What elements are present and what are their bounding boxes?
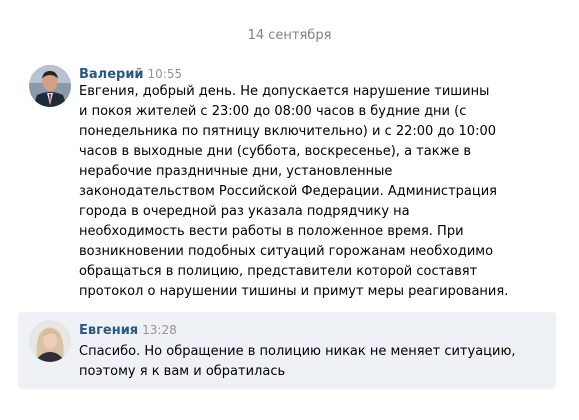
text-line: возникновении подобных ситуаций горожана… xyxy=(79,244,494,259)
chat-view: { "date_separator": "14 сентября", "mess… xyxy=(0,0,579,420)
date-separator: 14 сентября xyxy=(247,28,332,43)
message-item[interactable]: Валерий 10:55 Евгения, добрый день. Не до… xyxy=(18,55,556,305)
avatar-woman-icon xyxy=(29,320,71,362)
text-line: поэтому я к вам и обратилась xyxy=(79,364,286,379)
text-line: понедельника по пятницу включительно) и … xyxy=(79,124,496,139)
text-line: Евгения, добрый день. Не допускается нар… xyxy=(79,84,490,99)
message-time[interactable]: 10:55 xyxy=(148,67,183,81)
text-line: и покоя жителей с 23:00 до 08:00 часов в… xyxy=(79,104,467,119)
avatar-man-icon xyxy=(29,65,71,107)
text-line: протокол о нарушении тишины и примут мер… xyxy=(79,284,509,299)
text-line: обращаться в полицию, представители кото… xyxy=(79,264,478,279)
message-text: Евгения, добрый день. Не допускается нар… xyxy=(79,82,547,302)
message-item-highlighted[interactable]: Евгения 13:28 Спасибо. Но обращение в пол… xyxy=(18,312,556,389)
message-header: Евгения 13:28 xyxy=(79,322,177,339)
text-line: города в очередной раз указала подрядчик… xyxy=(79,204,410,219)
avatar[interactable] xyxy=(29,320,71,362)
text-line: Спасибо. Но обращение в полицию никак не… xyxy=(79,344,516,359)
message-header: Валерий 10:55 xyxy=(79,66,182,83)
text-line: необходимость вести работы в положенное … xyxy=(79,224,464,239)
avatar[interactable] xyxy=(29,65,71,107)
author-name[interactable]: Валерий xyxy=(79,67,144,82)
text-line: нерабочие праздничные дни, установленные xyxy=(79,164,393,179)
message-text: Спасибо. Но обращение в полицию никак не… xyxy=(79,342,547,382)
message-time[interactable]: 13:28 xyxy=(142,323,177,337)
text-line: часов в выходные дни (суббота, воскресен… xyxy=(79,144,472,159)
text-line: законодательством Российской Федерации. … xyxy=(79,184,497,199)
author-name[interactable]: Евгения xyxy=(79,323,138,338)
